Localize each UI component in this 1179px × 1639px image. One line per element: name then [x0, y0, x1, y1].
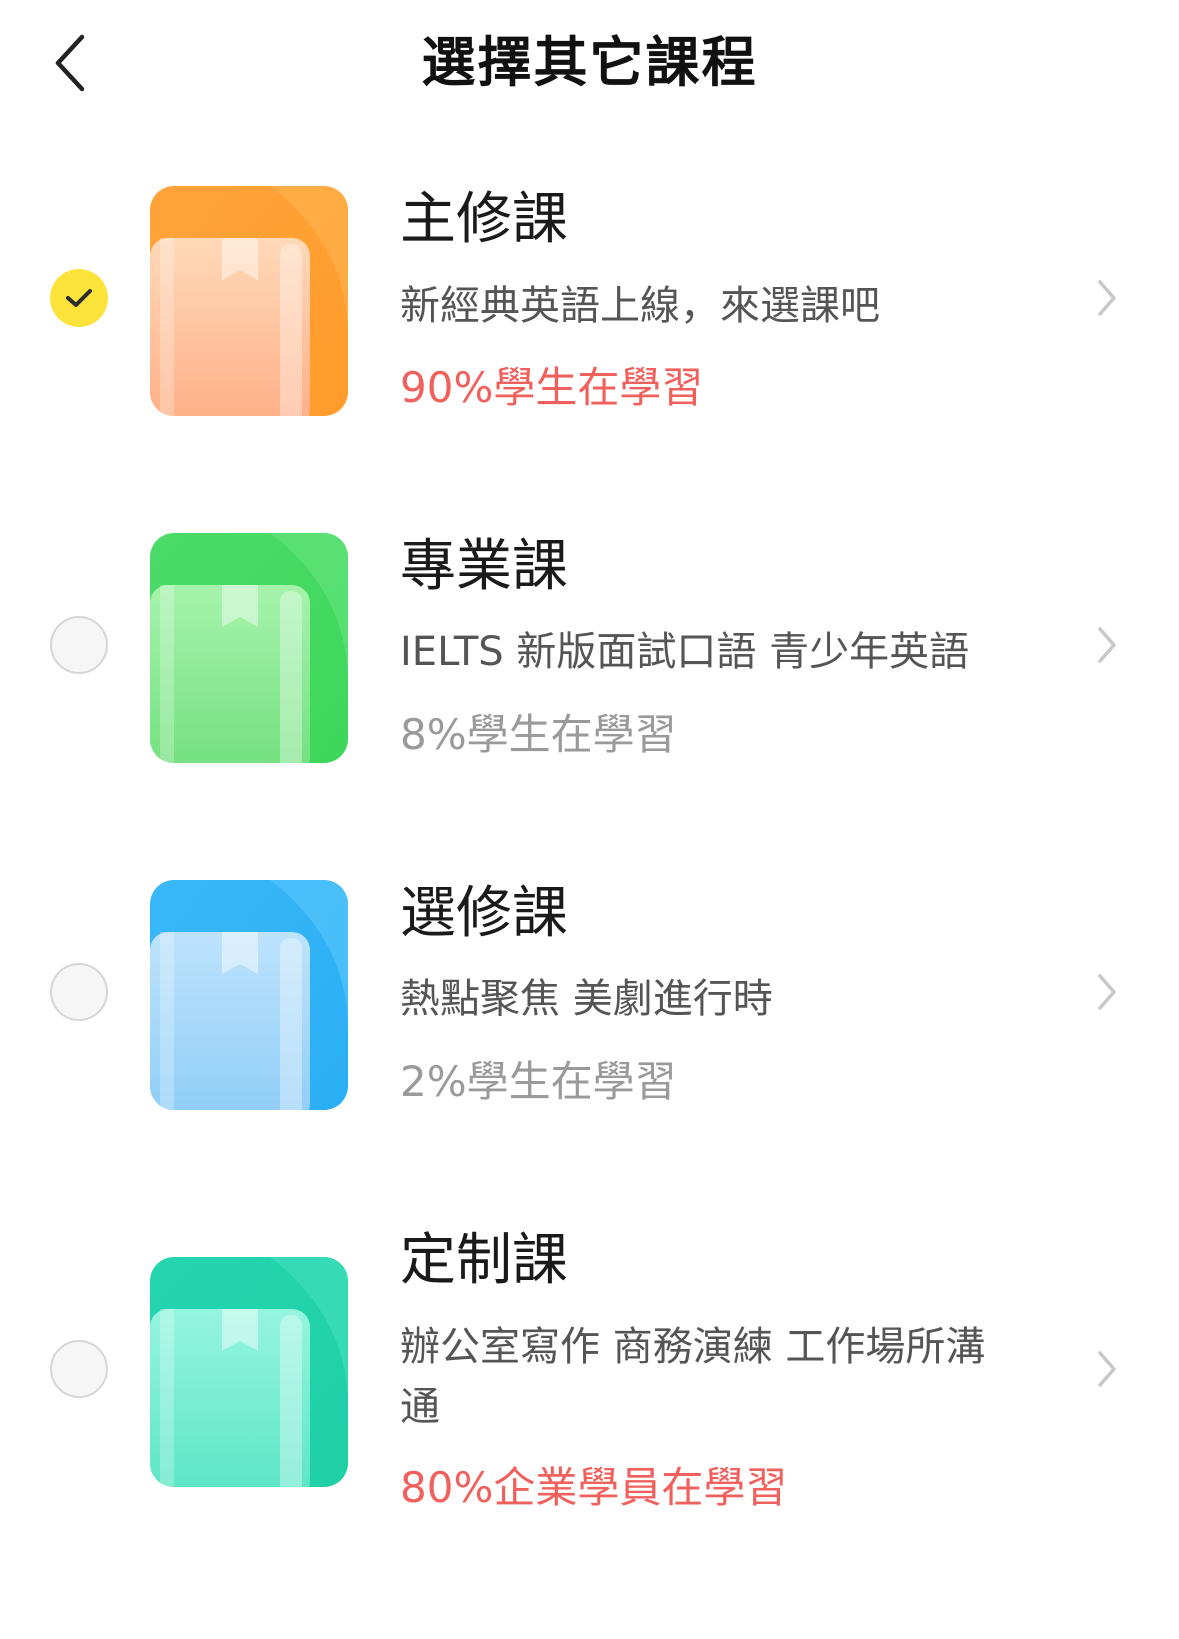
course-name: 專業課	[400, 534, 568, 599]
radio-unselected[interactable]	[50, 963, 108, 1021]
course-name: 主修課	[400, 187, 568, 252]
radio-unselected[interactable]	[50, 616, 108, 674]
course-cover-image	[150, 186, 348, 416]
chevron-right-icon[interactable]	[1092, 623, 1122, 667]
header: 選擇其它課程	[0, 0, 1179, 130]
radio-selected[interactable]	[50, 269, 108, 327]
course-description: 辦公室寫作 商務演練 工作場所溝通	[400, 1324, 986, 1430]
page-title: 選擇其它課程	[421, 31, 758, 94]
course-stat: 8%學生在學習	[400, 710, 677, 759]
course-name: 選修課	[400, 881, 568, 946]
check-icon	[66, 289, 92, 307]
chevron-right-icon[interactable]	[1092, 1347, 1122, 1391]
course-description: 熱點聚焦 美劇進行時	[400, 976, 773, 1022]
radio-unselected[interactable]	[50, 1340, 108, 1398]
course-cover-image	[150, 880, 348, 1110]
course-stat: 80%企業學員在學習	[400, 1463, 788, 1512]
course-description: 新經典英語上線，來選課吧	[400, 283, 880, 329]
course-cover-image	[150, 533, 348, 763]
course-description: IELTS 新版面試口語 青少年英語	[400, 629, 970, 675]
course-stat: 2%學生在學習	[400, 1057, 677, 1106]
course-stat: 90%學生在學習	[400, 363, 704, 412]
chevron-right-icon[interactable]	[1092, 970, 1122, 1014]
chevron-right-icon[interactable]	[1092, 276, 1122, 320]
course-name: 定制課	[400, 1228, 568, 1293]
course-cover-image	[150, 1257, 348, 1487]
